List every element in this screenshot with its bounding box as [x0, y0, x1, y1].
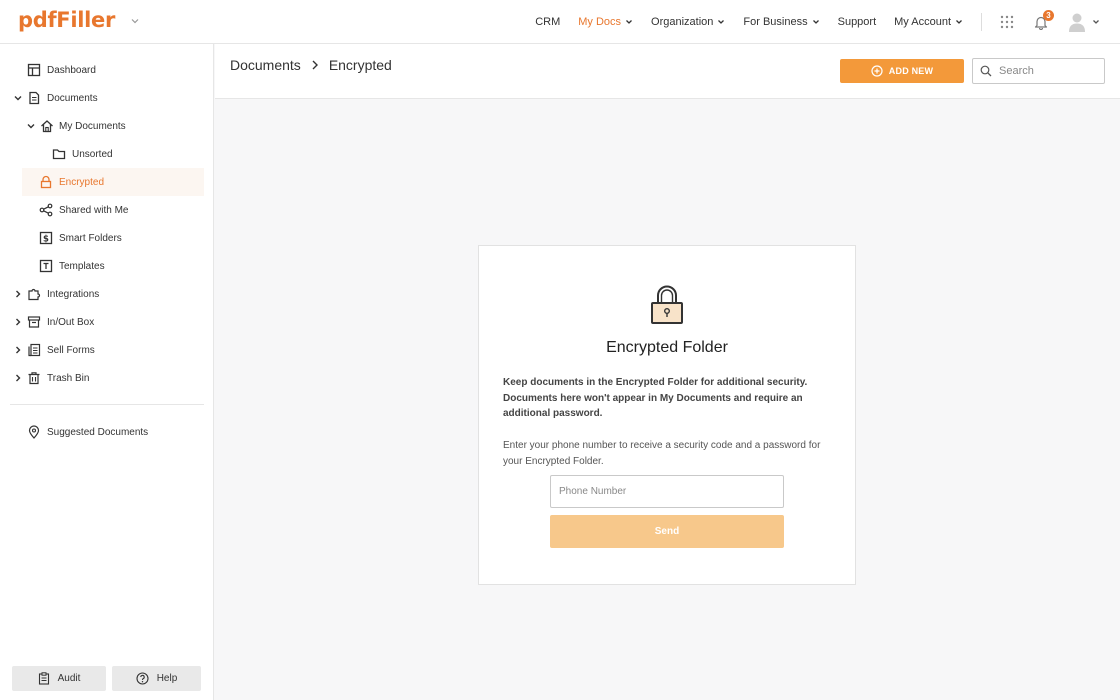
chevron-right-icon: [16, 318, 21, 326]
chevron-right-icon: [310, 59, 320, 71]
chevron-down-icon[interactable]: [128, 14, 142, 28]
folder-icon: [52, 149, 66, 160]
chevron-down-icon: [812, 20, 819, 24]
sidebar-item-unsorted[interactable]: Unsorted: [0, 140, 214, 168]
chevron-down-icon: [27, 124, 35, 129]
notification-badge: 3: [1043, 9, 1054, 21]
top-bar: pdfFiller CRM My Docs Organization For B…: [0, 0, 1120, 44]
card-title: Encrypted Folder: [606, 339, 728, 356]
sidebar-item-my-documents[interactable]: My Documents: [0, 112, 214, 140]
home-icon: [41, 120, 53, 133]
sidebar-item-documents[interactable]: Documents: [0, 84, 214, 112]
nav-my-account[interactable]: My Account: [894, 16, 963, 28]
breadcrumb-encrypted: Encrypted: [328, 57, 392, 73]
nav-crm[interactable]: CRM: [535, 16, 560, 28]
send-button[interactable]: Send: [550, 515, 784, 548]
inbox-icon: [27, 316, 41, 328]
sidebar-item-integrations[interactable]: Integrations: [0, 280, 214, 308]
card-instructions: Enter your phone number to receive a sec…: [503, 440, 821, 467]
sidebar-item-shared-with-me[interactable]: Shared with Me: [0, 196, 214, 224]
nav-my-docs[interactable]: My Docs: [578, 16, 633, 28]
question-icon: [136, 672, 149, 685]
content-header: Documents Encrypted ADD NEW: [215, 44, 1120, 99]
share-icon: [39, 203, 53, 217]
sidebar-item-trash-bin[interactable]: Trash Bin: [0, 364, 214, 392]
sidebar-item-dashboard[interactable]: Dashboard: [0, 56, 214, 84]
clipboard-icon: [38, 672, 49, 685]
chevron-down-icon: [14, 96, 22, 101]
avatar-icon: [1069, 13, 1085, 32]
audit-button[interactable]: Audit: [12, 666, 106, 691]
chevron-right-icon: [16, 374, 21, 382]
phone-number-input[interactable]: [550, 475, 784, 508]
chevron-right-icon: [16, 346, 21, 354]
apps-grid-button[interactable]: [1000, 15, 1014, 29]
sidebar-item-suggested-documents[interactable]: Suggested Documents: [0, 418, 214, 446]
search-icon: [980, 65, 992, 77]
chevron-down-icon: [1093, 20, 1099, 24]
dashboard-icon: [27, 63, 41, 77]
sidebar-item-sell-forms[interactable]: Sell Forms: [0, 336, 214, 364]
nav-for-business[interactable]: For Business: [743, 16, 819, 28]
sidebar-divider: [10, 404, 204, 405]
sidebar-item-encrypted[interactable]: Encrypted: [22, 168, 204, 196]
puzzle-icon: [28, 288, 41, 301]
chevron-down-icon: [956, 20, 962, 24]
search-box: [972, 58, 1105, 84]
card-description: Keep documents in the Encrypted Folder f…: [503, 377, 808, 419]
padlock-icon: [651, 285, 683, 324]
sidebar: Dashboard Documents My Documents Unsorte…: [0, 44, 214, 700]
template-icon: [39, 259, 53, 273]
sell-forms-icon: [28, 343, 41, 357]
search-input[interactable]: [999, 65, 1095, 77]
chevron-down-icon: [718, 20, 725, 24]
nav-divider: [981, 13, 982, 31]
breadcrumb: Documents Encrypted: [230, 57, 392, 73]
svg-text:$: $: [43, 235, 49, 245]
chevron-right-icon: [16, 290, 21, 298]
chevron-down-icon: [626, 20, 632, 24]
help-button[interactable]: Help: [112, 666, 201, 691]
top-navigation: CRM My Docs Organization For Business Su…: [535, 0, 1120, 44]
nav-organization[interactable]: Organization: [651, 16, 725, 28]
sidebar-item-in-out-box[interactable]: In/Out Box: [0, 308, 214, 336]
trash-icon: [28, 372, 40, 385]
sidebar-item-smart-folders[interactable]: $ Smart Folders: [0, 224, 214, 252]
smart-folder-icon: $: [39, 231, 53, 245]
location-pin-icon: [28, 425, 40, 439]
user-menu[interactable]: [1068, 12, 1100, 32]
plus-circle-icon: [871, 65, 883, 77]
nav-support[interactable]: Support: [838, 16, 877, 28]
add-new-button[interactable]: ADD NEW: [840, 59, 964, 83]
apps-grid-icon: [1000, 15, 1014, 29]
sidebar-item-templates[interactable]: Templates: [0, 252, 214, 280]
document-icon: [29, 91, 40, 105]
encrypted-folder-card: Encrypted Folder Keep documents in the E…: [478, 245, 856, 585]
breadcrumb-documents[interactable]: Documents: [230, 57, 301, 73]
notifications-button[interactable]: 3: [1034, 9, 1054, 30]
lock-icon: [40, 175, 52, 189]
pdffiller-logo[interactable]: pdfFiller: [18, 8, 115, 32]
